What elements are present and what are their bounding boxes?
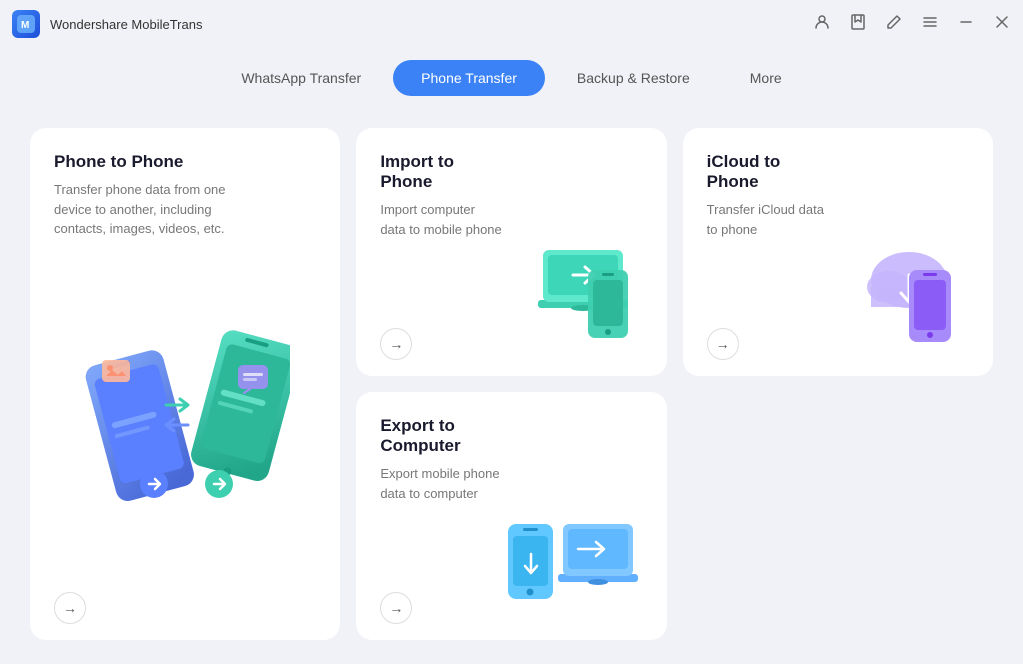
nav-bar: WhatsApp Transfer Phone Transfer Backup … (0, 48, 1023, 112)
tab-backup-restore[interactable]: Backup & Restore (549, 60, 718, 96)
card-export-to-computer[interactable]: Export to Computer Export mobile phone d… (356, 392, 666, 640)
card-arrow-export[interactable]: → (380, 592, 412, 624)
import-illustration (503, 240, 643, 360)
card-description: Transfer iCloud data to phone (707, 200, 829, 239)
minimize-icon[interactable] (957, 13, 975, 35)
card-description: Export mobile phone data to computer (380, 464, 502, 503)
card-description: Import computer data to mobile phone (380, 200, 502, 239)
tab-phone-transfer[interactable]: Phone Transfer (393, 60, 545, 96)
svg-text:M: M (21, 20, 29, 31)
import-card-right (503, 152, 643, 360)
title-bar-left: M Wondershare MobileTrans (12, 10, 202, 38)
card-import-to-phone[interactable]: Import to Phone Import computer data to … (356, 128, 666, 376)
export-card-right (503, 416, 643, 624)
title-bar: M Wondershare MobileTrans (0, 0, 1023, 48)
tab-more[interactable]: More (722, 60, 810, 96)
card-title: Phone to Phone (54, 152, 316, 172)
card-phone-to-phone[interactable]: Phone to Phone Transfer phone data from … (30, 128, 340, 640)
cards-grid: Phone to Phone Transfer phone data from … (30, 128, 993, 640)
menu-icon[interactable] (921, 13, 939, 35)
export-illustration (503, 504, 643, 624)
card-arrow-icloud[interactable]: → (707, 328, 739, 360)
card-description: Transfer phone data from one device to a… (54, 180, 234, 239)
import-card-left: Import to Phone Import computer data to … (380, 152, 502, 360)
export-card-left: Export to Computer Export mobile phone d… (380, 416, 502, 624)
close-icon[interactable] (993, 13, 1011, 35)
card-title: Export to Computer (380, 416, 502, 456)
card-arrow-import[interactable]: → (380, 328, 412, 360)
export-card-content: Export to Computer Export mobile phone d… (380, 416, 642, 624)
main-content: Phone to Phone Transfer phone data from … (0, 112, 1023, 660)
title-bar-controls (813, 13, 1011, 35)
app-title: Wondershare MobileTrans (50, 17, 202, 32)
bookmark-icon[interactable] (849, 13, 867, 35)
card-title: Import to Phone (380, 152, 502, 192)
tab-whatsapp-transfer[interactable]: WhatsApp Transfer (213, 60, 389, 96)
card-icloud-to-phone[interactable]: iCloud to Phone Transfer iCloud data to … (683, 128, 993, 376)
icloud-card-content: iCloud to Phone Transfer iCloud data to … (707, 152, 969, 360)
icloud-illustration (829, 240, 969, 360)
icloud-card-right (829, 152, 969, 360)
app-icon: M (12, 10, 40, 38)
card-arrow-phone-to-phone[interactable]: → (54, 592, 86, 624)
card-title: iCloud to Phone (707, 152, 829, 192)
icloud-card-left: iCloud to Phone Transfer iCloud data to … (707, 152, 829, 360)
edit-icon[interactable] (885, 13, 903, 35)
import-card-content: Import to Phone Import computer data to … (380, 152, 642, 360)
account-icon[interactable] (813, 13, 831, 35)
phone-to-phone-illustration (80, 315, 290, 525)
